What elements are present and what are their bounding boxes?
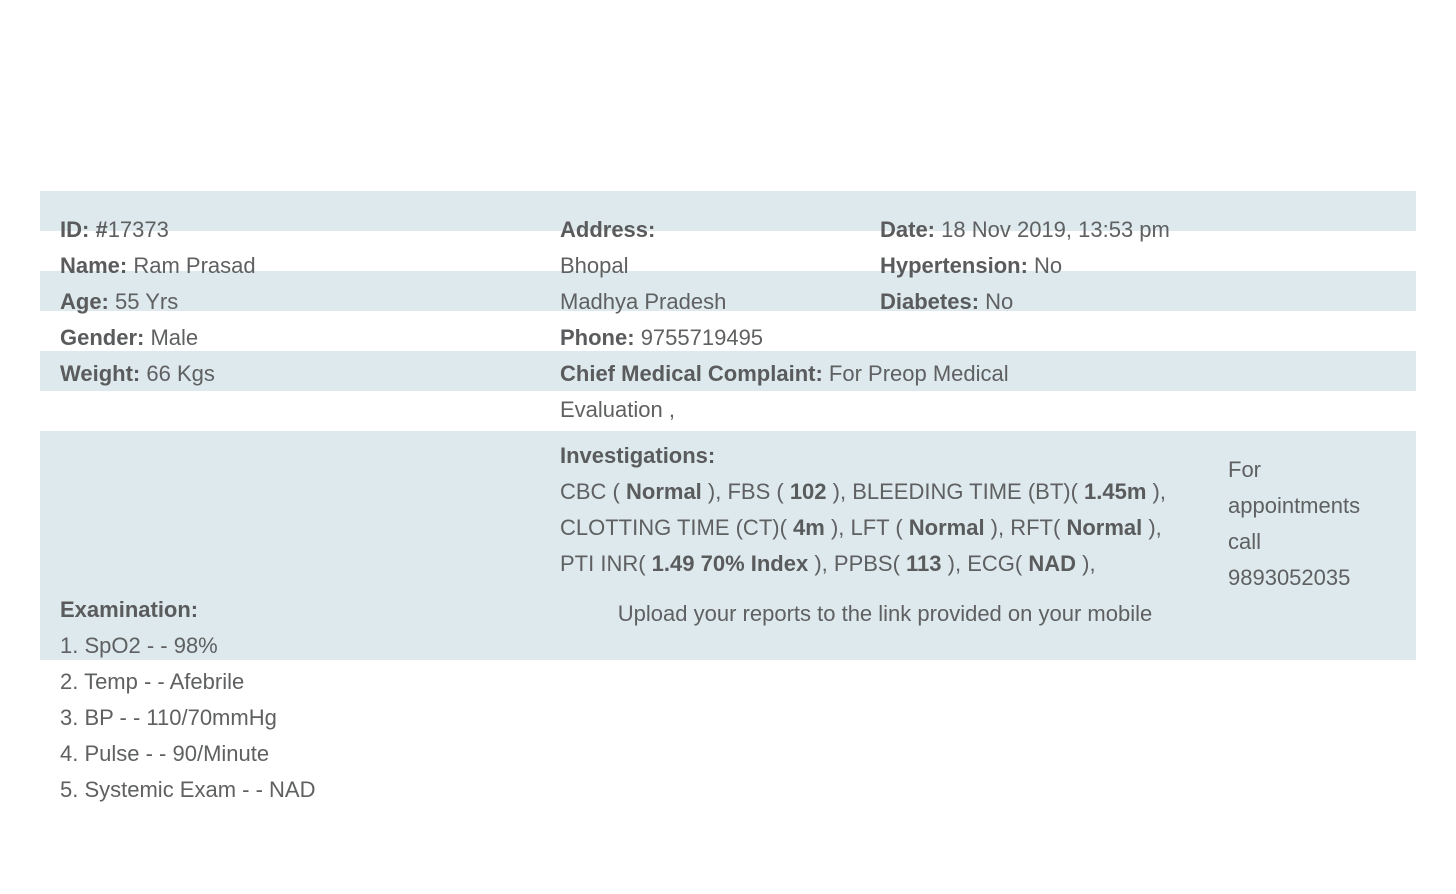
fbs-value: 102 [789, 479, 827, 504]
patient-weight-value: 66 Kgs [146, 361, 215, 386]
patient-id-label: ID: [60, 217, 90, 242]
row-band-1 [40, 191, 1416, 231]
patient-gender-value: Male [150, 325, 199, 350]
pti-pre: PTI INR( [560, 551, 652, 576]
bt-value: 1.45m [1084, 479, 1147, 504]
hypertension: Hypertension: No [880, 248, 1062, 284]
patient-id: ID: #17373 [60, 212, 169, 248]
chief-complaint: Chief Medical Complaint: For Preop Medic… [560, 356, 1009, 392]
cbc-value: Normal [626, 479, 702, 504]
examination-item: 3. BP - - 110/70mmHg [60, 705, 277, 730]
fbs-post: ), [826, 479, 853, 504]
chief-complaint-continued: Evaluation , [560, 397, 675, 422]
patient-id-hash: # [89, 217, 108, 242]
chief-complaint-label: Chief Medical Complaint: [560, 361, 823, 386]
patient-name-label: Name: [60, 253, 128, 278]
ppbs-pre: PPBS( [833, 551, 907, 576]
lft-post: ), [984, 515, 1011, 540]
visit-date: Date: 18 Nov 2019, 13:53 pm [880, 212, 1170, 248]
appointments-line1: For [1228, 457, 1261, 482]
diabetes-value: No [985, 289, 1014, 314]
ppbs-value: 113 [906, 551, 942, 576]
cbc-pre: CBC ( [560, 479, 626, 504]
ecg-pre: ECG( [967, 551, 1029, 576]
diabetes: Diabetes: No [880, 284, 1013, 320]
investigations-line2: CLOTTING TIME (CT)( 4m ), LFT ( Normal )… [560, 510, 1162, 546]
pti-post: ), [808, 551, 834, 576]
patient-age: Age: 55 Yrs [60, 284, 178, 320]
examination-item: 2. Temp - - Afebrile [60, 669, 245, 694]
pti-value: 1.49 70% Index [651, 551, 809, 576]
ct-value: 4m [793, 515, 825, 540]
ppbs-post: ), [941, 551, 968, 576]
investigations-line3: PTI INR( 1.49 70% Index ), PPBS( 113 ), … [560, 546, 1096, 582]
phone-label: Phone: [560, 325, 635, 350]
patient-name-value: Ram Prasad [133, 253, 256, 278]
examination-item: 4. Pulse - - 90/Minute [60, 741, 270, 766]
investigations-line1: CBC ( Normal ), FBS ( 102 ), BLEEDING TI… [560, 474, 1166, 510]
ecg-post: ), [1076, 551, 1096, 576]
examination-item: 1. SpO2 - - 98% [60, 633, 218, 658]
patient-gender: Gender: Male [60, 320, 198, 356]
patient-weight-label: Weight: [60, 361, 141, 386]
ecg-value: NAD [1028, 551, 1076, 576]
patient-gender-label: Gender: [60, 325, 145, 350]
rft-value: Normal [1066, 515, 1143, 540]
chief-complaint-value: For Preop Medical [828, 361, 1009, 386]
ct-post: ), [824, 515, 851, 540]
bt-post: ), [1146, 479, 1166, 504]
appointments-line2: appointments [1228, 493, 1361, 518]
lft-value: Normal [908, 515, 985, 540]
appointments-line3: call [1228, 529, 1262, 554]
bt-pre: BLEEDING TIME (BT)( [852, 479, 1085, 504]
phone: Phone: 9755719495 [560, 320, 763, 356]
ct-pre: CLOTTING TIME (CT)( [560, 515, 794, 540]
appointments-phone: 9893052035 [1228, 565, 1351, 590]
cbc-post: ), [701, 479, 728, 504]
patient-name: Name: Ram Prasad [60, 248, 256, 284]
lft-pre: LFT ( [850, 515, 909, 540]
hypertension-label: Hypertension: [880, 253, 1028, 278]
fbs-pre: FBS ( [727, 479, 790, 504]
diabetes-label: Diabetes: [880, 289, 980, 314]
rft-post: ), [1142, 515, 1162, 540]
visit-date-label: Date: [880, 217, 936, 242]
visit-date-value: 18 Nov 2019, 13:53 pm [941, 217, 1170, 242]
patient-id-value: 17373 [107, 217, 169, 242]
address-line1: Bhopal [560, 253, 629, 278]
rft-pre: RFT( [1010, 515, 1067, 540]
hypertension-value: No [1034, 253, 1063, 278]
upload-note: Upload your reports to the link provided… [617, 601, 1153, 626]
patient-age-label: Age: [60, 289, 109, 314]
phone-value: 9755719495 [640, 325, 764, 350]
examination-item: 5. Systemic Exam - - NAD [60, 777, 316, 802]
examination-label: Examination: [60, 597, 199, 622]
patient-age-value: 55 Yrs [115, 289, 179, 314]
investigations-label: Investigations: [560, 443, 716, 468]
address-label: Address: [560, 217, 656, 242]
patient-weight: Weight: 66 Kgs [60, 356, 215, 392]
address-line2: Madhya Pradesh [560, 289, 727, 314]
